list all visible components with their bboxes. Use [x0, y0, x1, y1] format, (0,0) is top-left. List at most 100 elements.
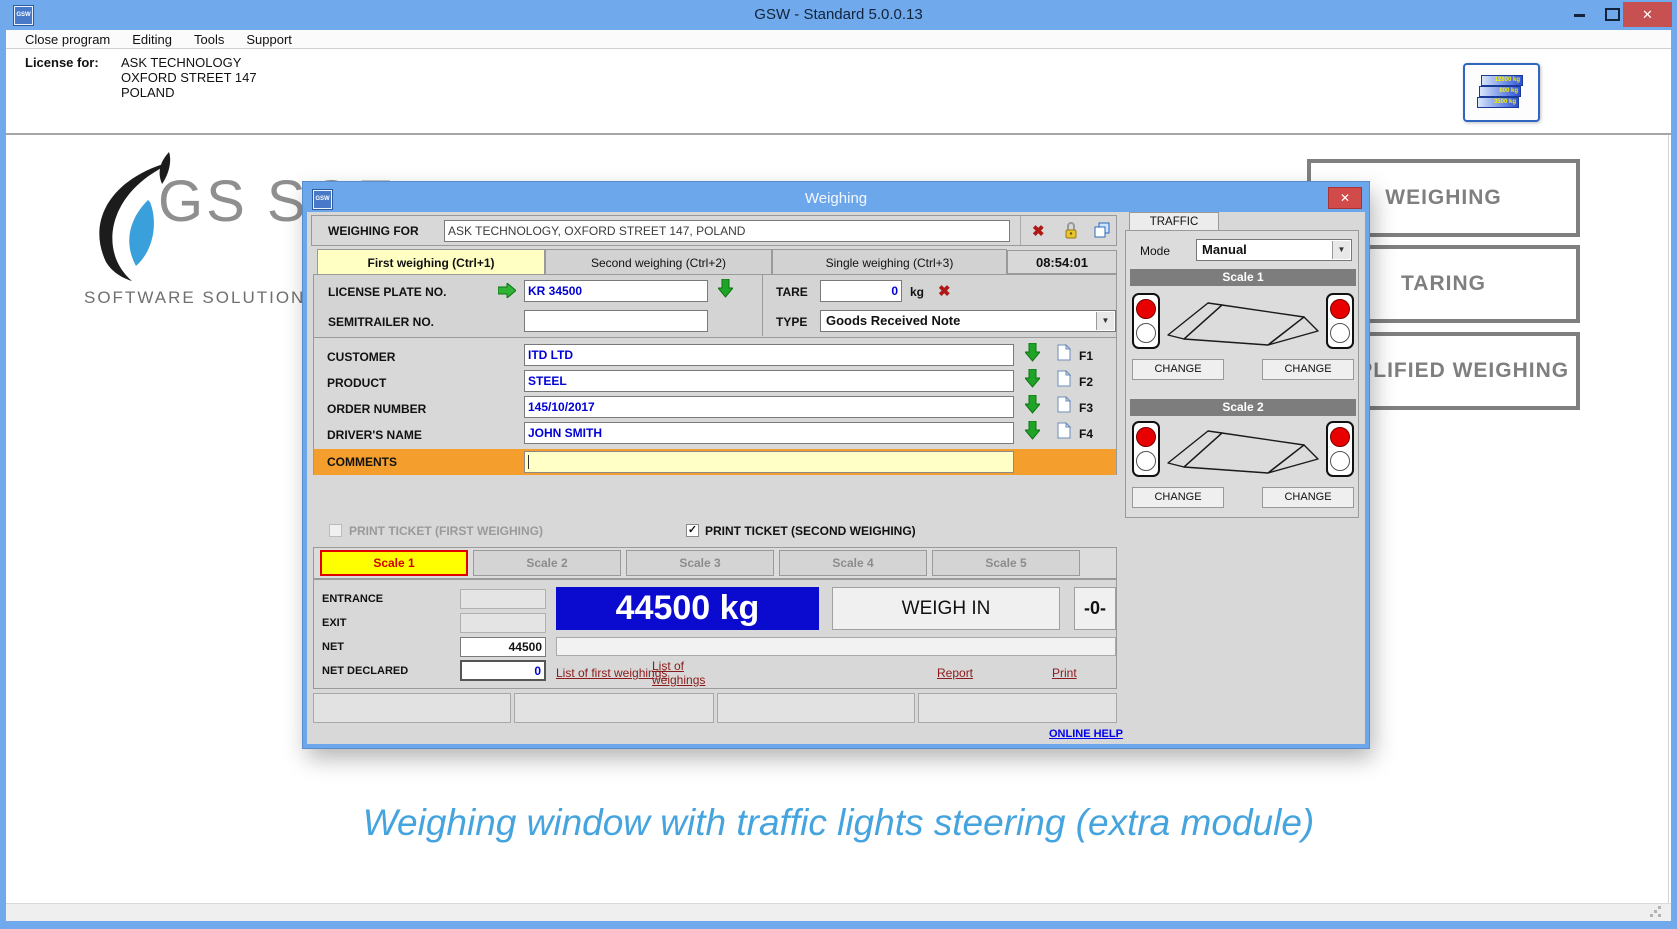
close-icon: ✕: [1642, 7, 1653, 22]
document-icon-product[interactable]: [1057, 370, 1071, 392]
tab-second-weighing[interactable]: Second weighing (Ctrl+2): [545, 249, 772, 275]
scale-display-button[interactable]: 12600 kg 800 kg 3500 kg: [1463, 63, 1540, 122]
scale-tab-2[interactable]: Scale 2: [473, 550, 621, 576]
status-bar-field: [556, 637, 1116, 656]
lock-icon[interactable]: [1064, 221, 1078, 245]
change-button-scale1-left[interactable]: CHANGE: [1132, 359, 1224, 380]
screenshot-caption: Weighing window with traffic lights stee…: [0, 802, 1677, 844]
document-icon-driver[interactable]: [1057, 422, 1071, 444]
net-declared-label: NET DECLARED: [322, 665, 408, 677]
window-title: GSW - Standard 5.0.0.13: [0, 0, 1677, 30]
change-button-scale2-left[interactable]: CHANGE: [1132, 487, 1224, 508]
copy-icon[interactable]: [1094, 222, 1111, 244]
resize-grip[interactable]: [1658, 914, 1661, 917]
traffic-light-scale1-right: [1326, 293, 1354, 349]
menu-support[interactable]: Support: [235, 32, 303, 47]
maximize-button[interactable]: [1596, 0, 1626, 28]
text-cursor: [528, 455, 529, 469]
scale-tab-5[interactable]: Scale 5: [932, 550, 1080, 576]
red-light: [1330, 299, 1350, 319]
red-light: [1136, 427, 1156, 447]
weighbridge-graphic-scale2: [1164, 423, 1324, 480]
license-plate-input[interactable]: [524, 280, 708, 302]
scale-display-row-2: 800 kg: [1479, 86, 1521, 97]
minimize-button[interactable]: [1564, 0, 1594, 28]
change-button-scale1-right[interactable]: CHANGE: [1262, 359, 1354, 380]
report-link[interactable]: Report: [937, 666, 973, 680]
menu-close-program[interactable]: Close program: [14, 32, 121, 47]
arrow-down-icon-product[interactable]: [1025, 369, 1040, 393]
tare-input[interactable]: [820, 280, 902, 302]
net-field: 44500: [460, 637, 546, 657]
type-dropdown[interactable]: Goods Received Note ▼: [820, 310, 1116, 332]
zero-button[interactable]: -0-: [1074, 587, 1116, 630]
scale-tab-4[interactable]: Scale 4: [779, 550, 927, 576]
bottom-cell-2[interactable]: [514, 693, 714, 723]
print-link[interactable]: Print: [1052, 666, 1077, 680]
window-border-bottom: [0, 921, 1677, 929]
menu-tools[interactable]: Tools: [183, 32, 235, 47]
menu-editing[interactable]: Editing: [121, 32, 183, 47]
license-line-1: ASK TECHNOLOGY: [121, 55, 241, 70]
list-of-first-weighings-link[interactable]: List of first weighings: [556, 666, 667, 680]
arrow-down-icon-customer[interactable]: [1025, 343, 1040, 367]
mode-chevron-down-icon[interactable]: ▼: [1332, 241, 1350, 259]
semitrailer-input[interactable]: [524, 310, 708, 332]
entrance-field: [460, 589, 546, 609]
close-button[interactable]: ✕: [1623, 2, 1672, 27]
weighing-for-input[interactable]: [444, 220, 1010, 242]
customer-input[interactable]: [524, 344, 1014, 366]
tab-single-weighing[interactable]: Single weighing (Ctrl+3): [772, 249, 1007, 275]
traffic-light-scale1-left: [1132, 293, 1160, 349]
dialog-close-icon: ✕: [1340, 191, 1350, 205]
exit-label: EXIT: [322, 617, 346, 629]
weigh-in-button[interactable]: WEIGH IN: [832, 587, 1060, 630]
print-ticket-second-checkbox[interactable]: ✓: [686, 524, 699, 537]
comments-input[interactable]: [524, 451, 1014, 473]
dialog-titlebar[interactable]: Weighing GSW ✕: [307, 186, 1365, 212]
type-value: Goods Received Note: [821, 311, 1115, 331]
product-input[interactable]: [524, 370, 1014, 392]
clear-weighing-for-icon[interactable]: ✖: [1032, 224, 1045, 239]
comments-row: COMMENTS: [314, 449, 1116, 475]
application-window: GSW - Standard 5.0.0.13 GSW ✕ Close prog…: [0, 0, 1677, 929]
change-button-scale2-right[interactable]: CHANGE: [1262, 487, 1354, 508]
bottom-cell-1[interactable]: [313, 693, 511, 723]
arrow-down-icon-driver[interactable]: [1025, 421, 1040, 445]
driver-name-input[interactable]: [524, 422, 1014, 444]
mode-value: Manual: [1197, 240, 1351, 260]
bottom-cell-3[interactable]: [717, 693, 915, 723]
traffic-lights-tab[interactable]: TRAFFIC LIGHTS: [1129, 212, 1219, 231]
order-number-label: ORDER NUMBER: [327, 402, 426, 416]
arrow-down-icon-plate[interactable]: [718, 279, 733, 303]
mode-dropdown[interactable]: Manual ▼: [1196, 239, 1352, 261]
dialog-title: Weighing: [307, 186, 1365, 212]
print-ticket-first-checkbox[interactable]: [329, 524, 342, 537]
scale-display-icon: 12600 kg 800 kg 3500 kg: [1481, 75, 1523, 108]
scale-tab-3[interactable]: Scale 3: [626, 550, 774, 576]
net-declared-input[interactable]: [460, 660, 546, 681]
scale-tab-1[interactable]: Scale 1: [320, 550, 468, 576]
clear-tare-icon[interactable]: ✖: [938, 284, 951, 299]
exit-field: [460, 613, 546, 633]
minimize-icon: [1574, 14, 1585, 17]
weighing-dialog: Weighing GSW ✕ WEIGHING FOR ✖ First weig…: [303, 182, 1369, 748]
dialog-close-button[interactable]: ✕: [1329, 188, 1361, 208]
document-icon-order[interactable]: [1057, 396, 1071, 418]
document-icon-customer[interactable]: [1057, 344, 1071, 366]
list-of-weighings-link[interactable]: List of weighings: [652, 659, 714, 687]
order-number-input[interactable]: [524, 396, 1014, 418]
tare-label: TARE: [776, 285, 808, 299]
horizontal-scrollbar[interactable]: [6, 903, 1671, 921]
arrow-down-icon-order[interactable]: [1025, 395, 1040, 419]
driver-fkey: F4: [1079, 427, 1093, 441]
chevron-down-icon[interactable]: ▼: [1096, 312, 1114, 330]
print-ticket-second-label: PRINT TICKET (SECOND WEIGHING): [705, 524, 916, 538]
tab-first-weighing[interactable]: First weighing (Ctrl+1): [317, 249, 545, 275]
bottom-cell-4[interactable]: [918, 693, 1117, 723]
scale-display-row-1: 12600 kg: [1481, 75, 1523, 86]
online-help-link[interactable]: ONLINE HELP: [1049, 728, 1123, 740]
window-border-left: [0, 30, 6, 929]
customer-label: CUSTOMER: [327, 350, 395, 364]
off-light: [1330, 451, 1350, 471]
